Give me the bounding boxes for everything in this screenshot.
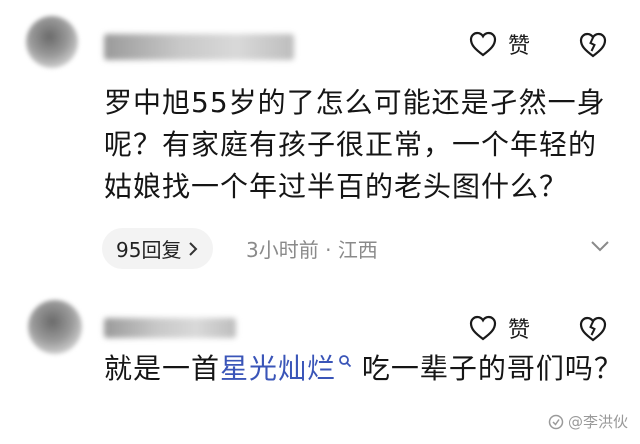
avatar[interactable] (28, 300, 82, 354)
text-after: 吃一辈子的哥们吗？ (352, 352, 623, 385)
heart-icon (469, 315, 497, 341)
heart-icon (469, 31, 497, 57)
logo-icon (548, 414, 564, 429)
like-button[interactable]: 赞 (468, 28, 530, 60)
timestamp: 3小时前 (246, 238, 319, 262)
like-button[interactable]: 赞 (468, 312, 530, 344)
comment-1: 赞 罗中旭55岁的了怎么可能还是孑然一身呢？有家庭有孩子很正常，一个年轻的姑娘找… (0, 0, 640, 290)
username-blurred[interactable] (104, 318, 236, 338)
comment-2: 赞 就是一首星光灿烂 吃一辈子的哥们吗？ (0, 290, 640, 444)
broken-heart-icon[interactable] (578, 30, 608, 60)
share-icon[interactable] (588, 234, 612, 258)
comment-text: 就是一首星光灿烂 吃一辈子的哥们吗？ (104, 348, 624, 390)
text-before: 就是一首 (104, 352, 221, 385)
comment-meta: 3小时前 · 江西 (246, 234, 378, 263)
comment-text: 罗中旭55岁的了怎么可能还是孑然一身呢？有家庭有孩子很正常，一个年轻的姑娘找一个… (104, 86, 606, 203)
location: 江西 (337, 238, 378, 262)
meta-separator: · (325, 238, 332, 262)
song-link[interactable]: 星光灿烂 (220, 352, 336, 385)
avatar[interactable] (26, 16, 78, 68)
username-blurred[interactable] (104, 34, 294, 60)
search-icon[interactable] (338, 354, 352, 368)
watermark-text: @李洪伙 (567, 413, 628, 431)
replies-button[interactable]: 95回复 (102, 228, 214, 269)
chevron-right-icon (189, 241, 198, 256)
watermark: @李洪伙 (548, 411, 628, 432)
like-label: 赞 (508, 318, 531, 343)
like-label: 赞 (508, 34, 531, 59)
broken-heart-icon[interactable] (578, 314, 608, 344)
replies-label: 95回复 (116, 238, 182, 262)
